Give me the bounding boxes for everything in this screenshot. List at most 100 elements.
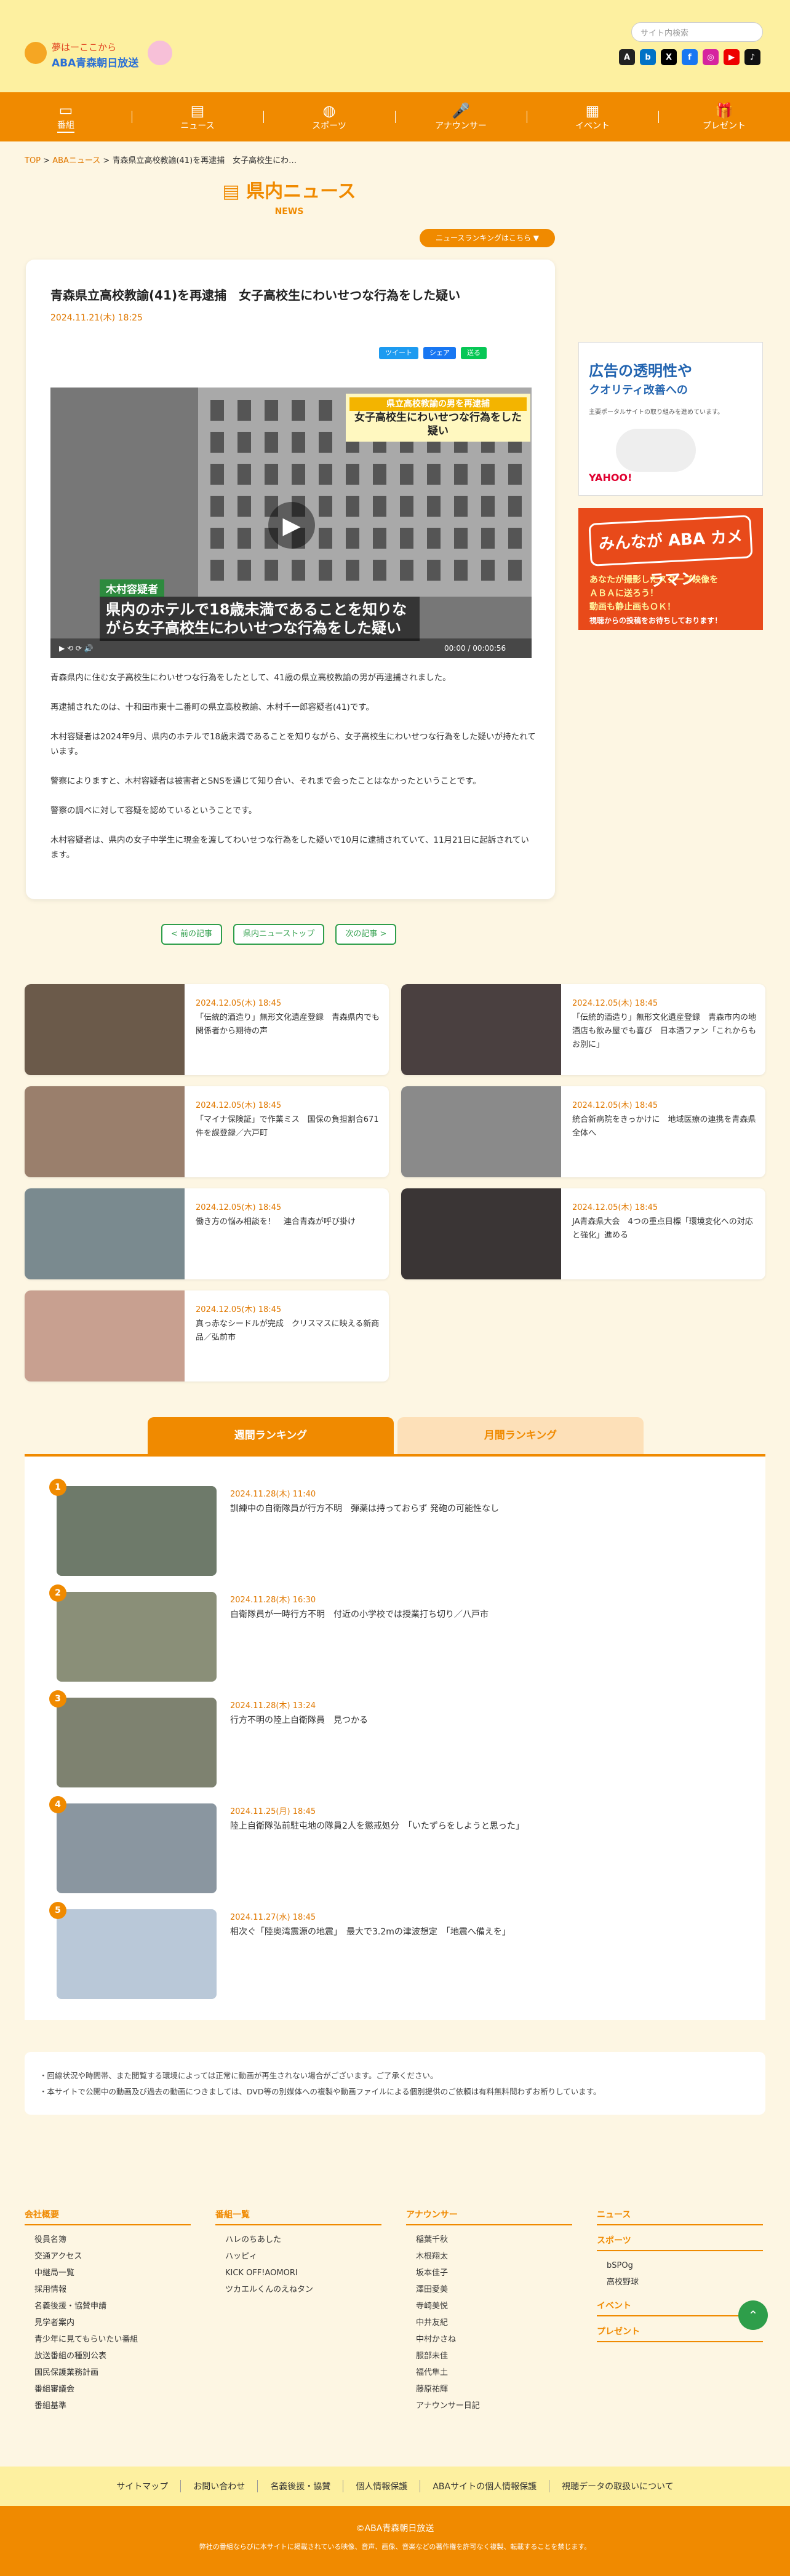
footer-aba-privacy-link[interactable]: ABAサイトの個人情報保護 [420,2480,549,2492]
footer-col-title[interactable]: 会社概要 [25,2208,191,2225]
news-card[interactable]: 2024.12.05(木) 18:45 「マイナ保険証」で作業ミス 国保の負担割合… [25,1086,389,1177]
footer-link[interactable]: ハッピィ [215,2248,381,2265]
b-icon[interactable]: b [640,49,656,65]
footer-sports-title[interactable]: スポーツ [597,2234,763,2251]
news-card[interactable]: 2024.12.05(木) 18:45 JA青森県大会 4つの重点目標「環境変化へ… [401,1188,765,1279]
back-to-top-button[interactable]: ⌃ [738,2300,768,2330]
footer-link[interactable]: ツカエルくんのえねタン [215,2281,381,2298]
video-player[interactable]: 県立高校教諭の男を再逮捕 女子高校生にわいせつな行為をした疑い 木村容疑者 県内の… [50,388,532,658]
footer-col-title[interactable]: ニュース [597,2208,763,2225]
footer-sitemap-link[interactable]: サイトマップ [104,2480,180,2492]
tab-monthly-ranking[interactable]: 月間ランキング [397,1417,644,1454]
nav-label: アナウンサー [435,121,487,131]
window-shape [210,560,224,581]
footer-link[interactable]: ハレのちあした [215,2232,381,2248]
footer-link[interactable]: 名義後援・協賛申請 [25,2298,191,2315]
footer-link[interactable]: 服部未佳 [406,2348,572,2364]
footer-link[interactable]: bSPOg [597,2257,763,2274]
ranking-link-button[interactable]: ニュースランキングはこちら ▼ [420,229,555,247]
footer-link[interactable]: 見学者案内 [25,2315,191,2331]
footer-contact-link[interactable]: お問い合わせ [180,2480,257,2492]
ranking-thumbnail [57,1803,217,1893]
nav-sports[interactable]: ◍ スポーツ [263,92,395,141]
play-icon[interactable]: ▶ [268,502,315,549]
footer-link[interactable]: 交通アクセス [25,2248,191,2265]
footer-link[interactable]: 中継局一覧 [25,2265,191,2281]
nav-events[interactable]: ▦ イベント [527,92,658,141]
footer-link[interactable]: アナウンサー日記 [406,2398,572,2414]
aba-cameraman-banner[interactable]: みんなが ABA カメラマン あなたが撮影したスクープ映像を ＡＢＡに送ろう！ … [578,508,763,630]
footer-link[interactable]: 役員名簿 [25,2232,191,2248]
footer-col-title[interactable]: アナウンサー [406,2208,572,2225]
instagram-icon[interactable]: ◎ [703,49,719,65]
nav-presents[interactable]: 🎁 プレゼント [658,92,790,141]
footer-link[interactable]: 中井友紀 [406,2315,572,2331]
x-icon[interactable]: X [661,49,677,65]
footer-link[interactable]: 澤田愛美 [406,2281,572,2298]
footer-privacy-link[interactable]: 個人情報保護 [343,2480,420,2492]
footer-link[interactable]: 稲葉千秋 [406,2232,572,2248]
nav-programs[interactable]: ▭ 番組 [0,92,132,141]
youtube-icon[interactable]: ▶ [724,49,740,65]
footer-viewing-data-link[interactable]: 視聴データの取扱いについて [549,2480,686,2492]
abema-icon[interactable]: A [619,49,635,65]
ranking-item[interactable]: 5 2024.11.27(水) 18:45 相次ぐ「陸奥湾震源の地震」 最大で3.2… [49,1902,726,1999]
footer-link[interactable]: 藤原祐輝 [406,2381,572,2398]
footer-link[interactable]: 坂本佳子 [406,2265,572,2281]
line-send-button[interactable]: 送る [461,347,487,359]
footer-link[interactable]: KICK OFF!AOMORI [215,2265,381,2281]
prev-article-button[interactable]: < 前の記事 [161,924,223,945]
ranking-item[interactable]: 1 2024.11.28(木) 11:40 訓練中の自衛隊員が行方不明 弾薬は持って… [49,1479,726,1576]
window-shape [454,560,468,581]
nav-label: イベント [575,121,610,131]
search-input[interactable]: サイト内検索 [631,22,763,42]
facebook-icon[interactable]: f [682,49,698,65]
ad1-sub: 主要ポータルサイトの取り組みを進めています。 [589,409,724,416]
article-paragraph: 警察の調べに対して容疑を認めているということです。 [50,806,257,816]
sns-links: A b X f ◎ ▶ ♪ [619,49,760,65]
window-shape [265,464,278,485]
news-card[interactable]: 2024.12.05(木) 18:45 真っ赤なシードルが完成 クリスマスに映える… [25,1290,389,1381]
news-date: 2024.12.05(木) 18:45 [572,1101,658,1110]
aba-logo[interactable]: 夢はーここから ABA青森朝日放送 [25,37,172,71]
footer-link[interactable]: 番組審議会 [25,2381,191,2398]
footer-link[interactable]: 中村かさね [406,2331,572,2348]
window-shape [210,400,224,421]
footer-sponsor-link[interactable]: 名義後援・協賛 [257,2480,343,2492]
footer-link[interactable]: 放送番組の種別公表 [25,2348,191,2364]
breadcrumb-top[interactable]: TOP [25,156,41,165]
footer-link[interactable]: 木根翔太 [406,2248,572,2265]
tiktok-icon[interactable]: ♪ [744,49,760,65]
ranking-item[interactable]: 3 2024.11.28(木) 13:24 行方不明の陸上自衛隊員 見つかる [49,1690,726,1787]
footer-link[interactable]: 寺崎美悦 [406,2298,572,2315]
next-article-button[interactable]: 次の記事 > [335,924,397,945]
play-small-icon[interactable]: ▶ ⟲ ⟳ 🔊 [59,644,94,653]
news-card[interactable]: 2024.12.05(木) 18:45 統合新病院をきっかけに 地域医療の連携を青… [401,1086,765,1177]
tab-weekly-ranking[interactable]: 週間ランキング [148,1417,394,1454]
news-card[interactable]: 2024.12.05(木) 18:45 「伝統的酒造り」無形文化遺産登録 青森県内… [25,984,389,1075]
window-shape [265,560,278,581]
video-controls[interactable]: ▶ ⟲ ⟳ 🔊 00:00 / 00:00:56 [50,638,532,658]
breadcrumb-aba-news[interactable]: ABAニュース [52,156,100,165]
article-paragraph: 木村容疑者は2024年9月、県内のホテルで18歳未満であることを知りながら、女子… [50,732,536,757]
footer-link[interactable]: 高校野球 [597,2274,763,2291]
news-card[interactable]: 2024.12.05(木) 18:45 「伝統的酒造り」無形文化遺産登録 青森市内… [401,984,765,1075]
nav-news[interactable]: ▤ ニュース [132,92,263,141]
ranking-thumbnail [57,1486,217,1576]
facebook-share-button[interactable]: シェア [423,347,456,359]
news-top-button[interactable]: 県内ニューストップ [233,924,325,945]
footer-col-title[interactable]: 番組一覧 [215,2208,381,2225]
footer-link[interactable]: 採用情報 [25,2281,191,2298]
footer-link[interactable]: 番組基準 [25,2398,191,2414]
tweet-button[interactable]: ツイート [379,347,418,359]
ranking-item[interactable]: 2 2024.11.28(木) 16:30 自衛隊員が一時行方不明 付近の小学校では… [49,1584,726,1682]
footer-present-title[interactable]: プレゼント [597,2325,763,2342]
footer-link[interactable]: 青少年に見てもらいたい番組 [25,2331,191,2348]
news-card[interactable]: 2024.12.05(木) 18:45 働き方の悩み相談を！ 連合青森が呼び掛け [25,1188,389,1279]
nav-announcers[interactable]: 🎤 アナウンサー [395,92,527,141]
window-shape [210,432,224,453]
ranking-item[interactable]: 4 2024.11.25(月) 18:45 陸上自衛隊弘前駐屯地の隊員2人を懲戒処分… [49,1796,726,1893]
footer-link[interactable]: 国民保護業務計画 [25,2364,191,2381]
yahoo-ad-banner[interactable]: 広告の透明性や クオリティ改善への 主要ポータルサイトの取り組みを進めています。 … [578,342,763,496]
footer-link[interactable]: 福代隼土 [406,2364,572,2381]
